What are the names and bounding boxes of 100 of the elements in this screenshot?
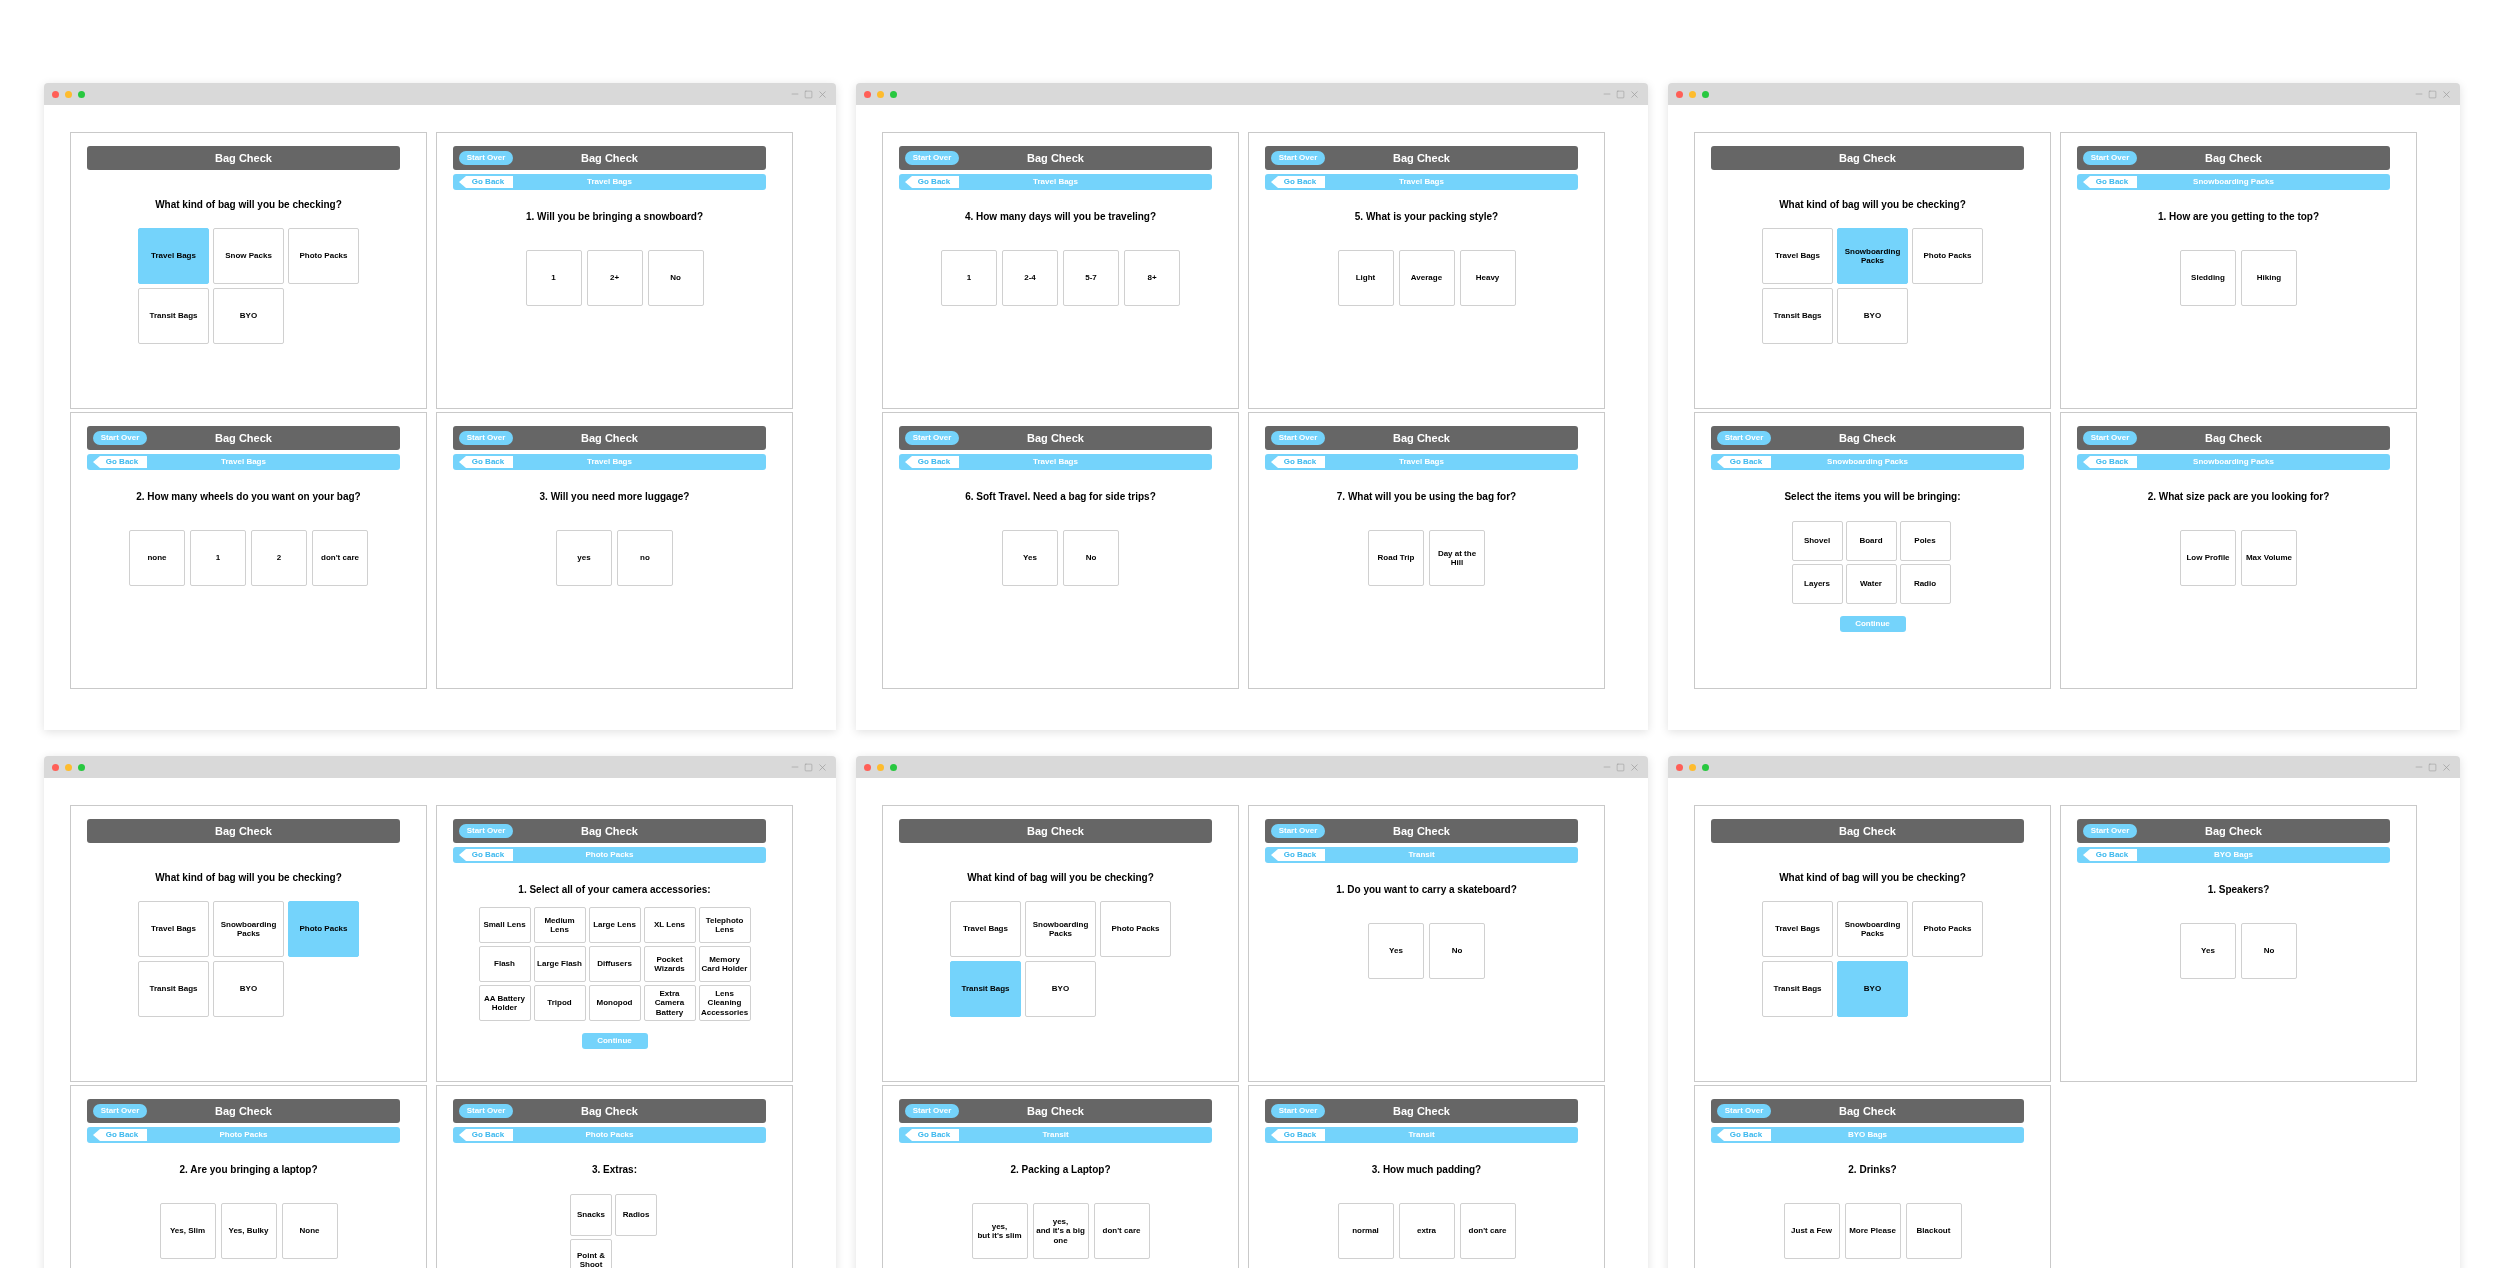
option-tile[interactable]: 1 [941,250,997,306]
close-icon[interactable] [817,88,828,100]
option-tile[interactable]: No [647,250,704,306]
option-tile[interactable]: yes, and it's a big one [1032,1203,1089,1259]
option-tile[interactable]: Photo Packs [1912,901,1983,957]
option-tile[interactable]: 1 [525,250,582,306]
option-tile[interactable]: More Please [1844,1203,1901,1259]
option-tile[interactable]: don't care [1459,1203,1516,1259]
option-tile[interactable]: Yes [2180,923,2236,979]
option-tile[interactable]: Just a Few [1783,1203,1840,1259]
option-tile[interactable]: BYO [213,961,284,1017]
close-icon[interactable] [2441,88,2452,100]
close-icon[interactable] [817,761,828,773]
maximize-icon[interactable] [804,762,813,772]
option-tile[interactable]: Radio [1899,564,1951,604]
option-tile[interactable]: Yes [1368,923,1424,979]
option-tile[interactable]: don't care [312,530,368,586]
option-tile[interactable]: No [1063,530,1119,586]
option-tile[interactable]: Memory Card Holder [698,946,751,982]
option-tile[interactable]: XL Lens [643,907,696,943]
option-tile[interactable]: AA Battery Holder [478,985,531,1021]
option-tile[interactable]: None [281,1203,338,1259]
option-tile[interactable]: 2+ [586,250,643,306]
option-tile[interactable]: Travel Bags [138,901,209,957]
option-tile[interactable]: normal [1337,1203,1394,1259]
option-tile[interactable]: Photo Packs [288,228,359,284]
option-tile[interactable]: yes [556,530,612,586]
option-tile[interactable]: Transit Bags [138,288,209,344]
option-tile[interactable]: 5-7 [1063,250,1119,306]
option-tile[interactable]: Snowboarding Packs [1837,228,1908,284]
option-tile[interactable]: Travel Bags [138,228,209,284]
option-tile[interactable]: Large Flash [533,946,586,982]
option-tile[interactable]: Snowboarding Packs [213,901,284,957]
option-tile[interactable]: Snowboarding Packs [1025,901,1096,957]
option-tile[interactable]: Yes, Bulky [220,1203,277,1259]
option-tile[interactable]: Transit Bags [950,961,1021,1017]
option-tile[interactable]: Medium Lens [533,907,586,943]
option-tile[interactable]: Poles [1899,521,1951,561]
option-tile[interactable]: don't care [1093,1203,1150,1259]
option-tile[interactable]: Yes, Slim [159,1203,216,1259]
option-tile[interactable]: Monopod [588,985,641,1021]
close-icon[interactable] [1629,88,1640,100]
option-tile[interactable]: No [2241,923,2297,979]
option-tile[interactable]: 2 [251,530,307,586]
option-tile[interactable]: no [617,530,673,586]
option-tile[interactable]: Snow Packs [213,228,284,284]
option-tile[interactable]: Extra Camera Battery [643,985,696,1021]
maximize-icon[interactable] [2428,762,2437,772]
option-tile[interactable]: 8+ [1124,250,1180,306]
option-tile[interactable]: Radios [615,1194,657,1236]
option-tile[interactable]: Point & Shoot [570,1239,612,1268]
option-tile[interactable]: Flash [478,946,531,982]
maximize-icon[interactable] [804,89,813,99]
close-icon[interactable] [1629,761,1640,773]
option-tile[interactable]: Snowboarding Packs [1837,901,1908,957]
option-tile[interactable]: Shovel [1791,521,1843,561]
option-tile[interactable]: Snacks [570,1194,612,1236]
option-tile[interactable]: BYO [213,288,284,344]
option-tile[interactable]: Diffusers [588,946,641,982]
option-tile[interactable]: Transit Bags [138,961,209,1017]
option-tile[interactable]: yes, but it's slim [971,1203,1028,1259]
option-tile[interactable]: Travel Bags [950,901,1021,957]
option-tile[interactable]: Photo Packs [288,901,359,957]
option-tile[interactable]: Pocket Wizards [643,946,696,982]
option-tile[interactable]: Board [1845,521,1897,561]
maximize-icon[interactable] [1616,89,1625,99]
option-tile[interactable]: Telephoto Lens [698,907,751,943]
option-tile[interactable]: Sledding [2180,250,2236,306]
option-tile[interactable]: No [1429,923,1485,979]
maximize-icon[interactable] [2428,89,2437,99]
option-tile[interactable]: 1 [190,530,246,586]
option-tile[interactable]: Travel Bags [1762,228,1833,284]
option-tile[interactable]: Light [1337,250,1394,306]
option-tile[interactable]: Layers [1791,564,1843,604]
option-tile[interactable]: Blackout [1905,1203,1962,1259]
option-tile[interactable]: Low Profile [2180,530,2236,586]
option-tile[interactable]: Photo Packs [1100,901,1171,957]
option-tile[interactable]: Small Lens [478,907,531,943]
option-tile[interactable]: extra [1398,1203,1455,1259]
option-tile[interactable]: BYO [1025,961,1096,1017]
option-tile[interactable]: BYO [1837,288,1908,344]
option-tile[interactable]: Lens Cleaning Accessories [698,985,751,1021]
option-tile[interactable]: Road Trip [1368,530,1424,586]
option-tile[interactable]: 2-4 [1002,250,1058,306]
option-tile[interactable]: Large Lens [588,907,641,943]
option-tile[interactable]: Tripod [533,985,586,1021]
option-tile[interactable]: Water [1845,564,1897,604]
close-icon[interactable] [2441,761,2452,773]
option-tile[interactable]: Transit Bags [1762,288,1833,344]
option-tile[interactable]: Heavy [1459,250,1516,306]
option-tile[interactable]: Average [1398,250,1455,306]
maximize-icon[interactable] [1616,762,1625,772]
option-tile[interactable]: Hiking [2241,250,2297,306]
option-tile[interactable]: none [129,530,185,586]
option-tile[interactable]: BYO [1837,961,1908,1017]
option-tile[interactable]: Travel Bags [1762,901,1833,957]
option-tile[interactable]: Transit Bags [1762,961,1833,1017]
option-tile[interactable]: Max Volume [2241,530,2297,586]
option-tile[interactable]: Photo Packs [1912,228,1983,284]
option-tile[interactable]: Yes [1002,530,1058,586]
